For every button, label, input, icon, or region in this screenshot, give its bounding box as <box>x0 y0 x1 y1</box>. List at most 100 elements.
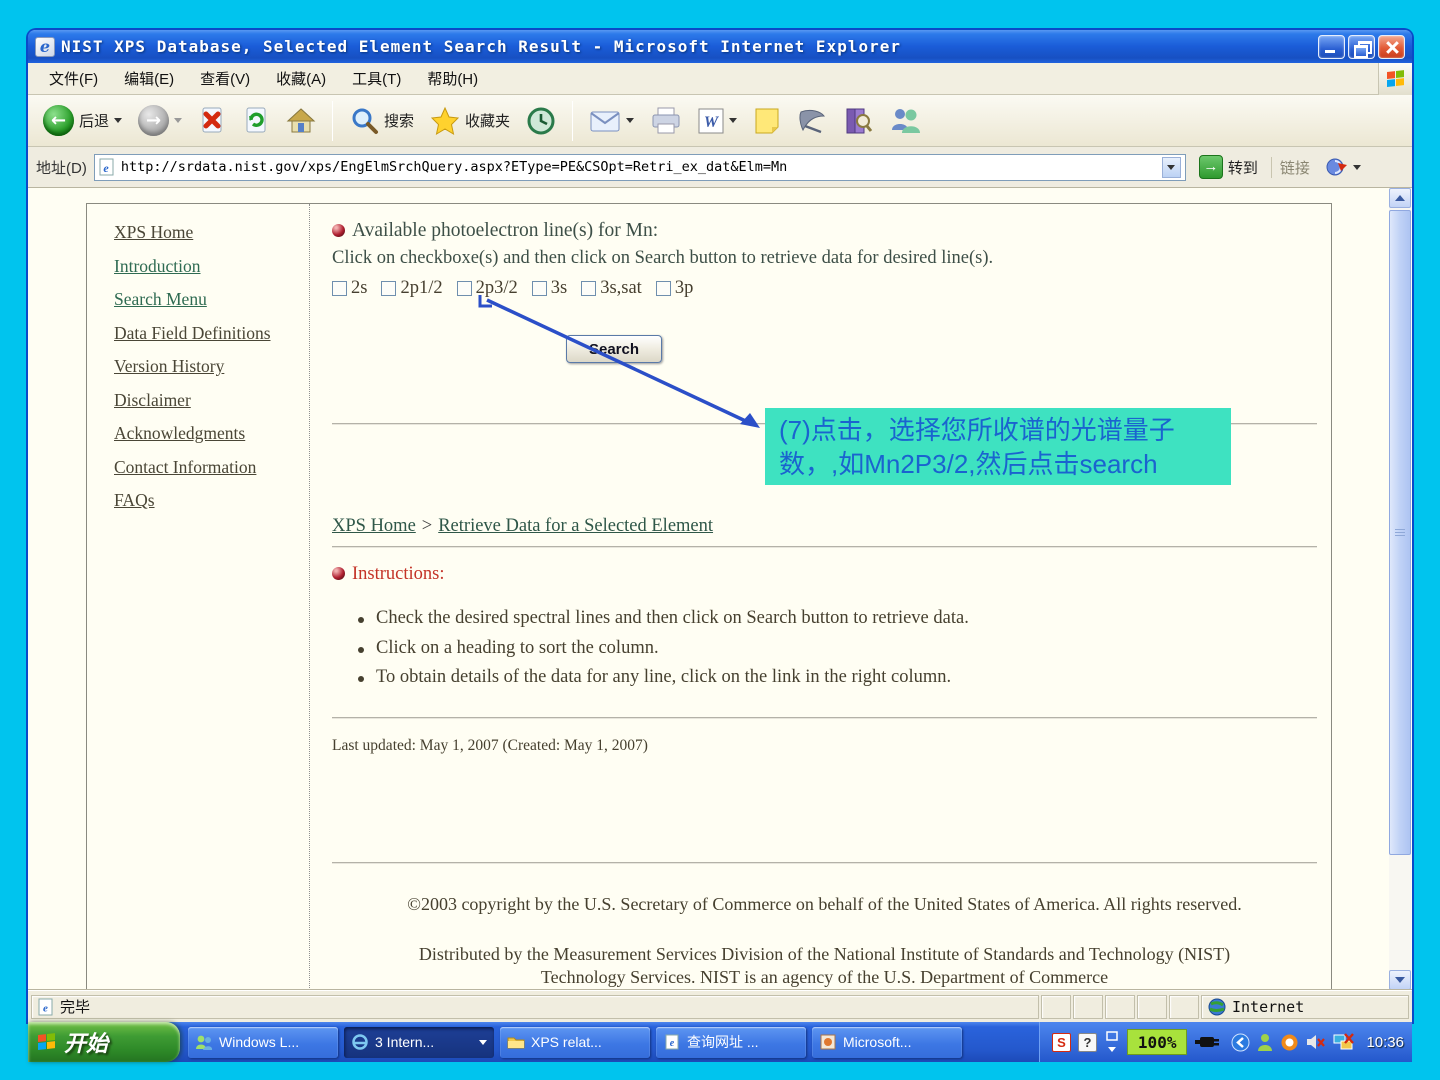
go-button[interactable]: → 转到 <box>1193 153 1264 181</box>
vertical-scrollbar[interactable] <box>1389 188 1411 990</box>
history-button[interactable] <box>521 103 561 139</box>
edit-dropdown-icon[interactable] <box>729 118 737 123</box>
favorites-button[interactable]: 收藏夹 <box>425 103 515 139</box>
instructions-list: Check the desired spectral lines and the… <box>354 608 969 697</box>
address-bar: 地址(D) e http://srdata.nist.gov/xps/EngEl… <box>28 147 1412 188</box>
tray-s-icon[interactable]: S <box>1052 1033 1071 1052</box>
menu-view[interactable]: 查看(V) <box>187 64 263 93</box>
print-button[interactable] <box>645 103 687 139</box>
refresh-button[interactable] <box>237 103 275 139</box>
sidebar-item-disclaimer[interactable]: Disclaimer <box>114 390 309 411</box>
restore-button[interactable] <box>1348 35 1375 59</box>
toolbar-separator <box>572 101 573 141</box>
sidebar-item-version-history[interactable]: Version History <box>114 356 309 377</box>
address-dropdown-icon[interactable] <box>1162 157 1181 178</box>
checkbox-2s[interactable]: 2s <box>332 278 367 299</box>
menu-edit[interactable]: 编辑(E) <box>111 64 187 93</box>
scrollbar-thumb[interactable] <box>1389 210 1411 855</box>
divider <box>332 717 1317 719</box>
task-windows-live[interactable]: Windows L... <box>188 1027 338 1058</box>
checkbox-instruction-text: Click on checkboxe(s) and then click on … <box>332 248 993 269</box>
scroll-up-button[interactable] <box>1389 188 1411 208</box>
task-microsoft[interactable]: Microsoft... <box>812 1027 962 1058</box>
toolbar: ← 后退 → <box>28 95 1412 147</box>
checkbox-3p[interactable]: 3p <box>656 278 694 299</box>
research-button[interactable] <box>838 103 878 139</box>
sidebar-item-contact-information[interactable]: Contact Information <box>114 457 309 478</box>
task-xps-folder[interactable]: XPS relat... <box>500 1027 650 1058</box>
mail-dropdown-icon[interactable] <box>626 118 634 123</box>
app-task-icon <box>819 1034 837 1050</box>
menu-help[interactable]: 帮助(H) <box>414 64 491 93</box>
scroll-down-button[interactable] <box>1389 970 1411 990</box>
status-cell <box>1073 995 1103 1019</box>
task-query-page[interactable]: e 查询网址 ... <box>656 1027 806 1058</box>
tray-help-icon[interactable]: ? <box>1078 1033 1097 1052</box>
page-content: XPS Home Introduction Search Menu Data F… <box>86 203 1332 990</box>
menu-file[interactable]: 文件(F) <box>36 64 111 93</box>
checkbox-2p3-2[interactable]: 2p3/2 <box>457 278 518 299</box>
history-icon <box>526 106 556 136</box>
note-button[interactable] <box>748 103 786 139</box>
url-text[interactable]: http://srdata.nist.gov/xps/EngElmSrchQue… <box>121 159 1157 175</box>
status-text: 完毕 <box>60 996 90 1017</box>
checkbox-2p1-2[interactable]: 2p1/2 <box>381 278 442 299</box>
note-icon <box>753 106 781 136</box>
last-updated-text: Last updated: May 1, 2007 (Created: May … <box>332 737 648 755</box>
page-viewport: XPS Home Introduction Search Menu Data F… <box>28 188 1412 990</box>
close-button[interactable] <box>1378 35 1405 59</box>
title-bar[interactable]: e NIST XPS Database, Selected Element Se… <box>28 30 1412 63</box>
task-internet-explorer-group[interactable]: 3 Intern... <box>344 1027 494 1058</box>
editor-button[interactable] <box>792 103 832 139</box>
status-cell <box>1137 995 1167 1019</box>
messenger-button[interactable] <box>884 103 926 139</box>
breadcrumb-current[interactable]: Retrieve Data for a Selected Element <box>438 516 713 536</box>
tray-back-circle-icon[interactable] <box>1231 1033 1250 1052</box>
search-button-toolbar[interactable]: 搜索 <box>344 103 419 139</box>
sidebar-item-introduction[interactable]: Introduction <box>114 256 309 277</box>
menu-bar: 文件(F) 编辑(E) 查看(V) 收藏(A) 工具(T) 帮助(H) <box>28 63 1412 95</box>
sidebar-item-acknowledgments[interactable]: Acknowledgments <box>114 423 309 444</box>
search-button[interactable]: Search <box>566 335 662 363</box>
pdf-convert-button[interactable] <box>1325 155 1365 179</box>
stop-button[interactable] <box>193 103 231 139</box>
tray-window-icon[interactable] <box>1104 1031 1120 1053</box>
forward-button[interactable]: → <box>133 102 187 139</box>
sidebar-item-search-menu[interactable]: Search Menu <box>114 289 309 310</box>
power-plug-icon[interactable] <box>1194 1033 1224 1051</box>
checkbox-3s[interactable]: 3s <box>532 278 567 299</box>
status-cell <box>1041 995 1071 1019</box>
sidebar-item-faqs[interactable]: FAQs <box>114 490 309 511</box>
links-label[interactable]: 链接 <box>1271 157 1318 178</box>
folder-icon <box>507 1034 525 1050</box>
status-cell <box>1169 995 1199 1019</box>
checkbox-3s-sat[interactable]: 3s,sat <box>581 278 642 299</box>
start-button[interactable]: 开始 <box>28 1022 180 1062</box>
breadcrumb-xps-home[interactable]: XPS Home <box>332 516 416 536</box>
pdf-dropdown-icon[interactable] <box>1353 165 1361 170</box>
task-buttons: Windows L... 3 Intern... XPS relat... e … <box>188 1027 962 1058</box>
menu-favorites[interactable]: 收藏(A) <box>263 64 339 93</box>
pdf-convert-icon <box>1325 155 1349 179</box>
word-icon: W <box>698 108 724 134</box>
tray-ring-icon[interactable] <box>1280 1033 1299 1052</box>
edit-word-button[interactable]: W <box>693 105 742 137</box>
menu-tools[interactable]: 工具(T) <box>339 64 414 93</box>
back-dropdown-icon[interactable] <box>114 118 122 123</box>
network-disconnected-icon[interactable] <box>1333 1033 1355 1051</box>
back-icon: ← <box>43 105 74 136</box>
sidebar-item-xps-home[interactable]: XPS Home <box>114 222 309 243</box>
address-input[interactable]: e http://srdata.nist.gov/xps/EngElmSrchQ… <box>94 154 1186 181</box>
tray-user-icon[interactable] <box>1257 1033 1273 1052</box>
battery-indicator[interactable]: 100% <box>1127 1029 1188 1055</box>
mail-button[interactable] <box>584 105 639 137</box>
back-button[interactable]: ← 后退 <box>38 102 127 139</box>
forward-dropdown-icon[interactable] <box>174 118 182 123</box>
document-task-icon: e <box>663 1034 681 1050</box>
volume-muted-icon[interactable] <box>1306 1033 1326 1051</box>
status-panel: e 完毕 <box>31 995 1039 1019</box>
sidebar-item-data-field-definitions[interactable]: Data Field Definitions <box>114 323 309 344</box>
task-group-dropdown-icon[interactable] <box>479 1040 487 1045</box>
home-button[interactable] <box>281 103 321 139</box>
minimize-button[interactable] <box>1318 35 1345 59</box>
